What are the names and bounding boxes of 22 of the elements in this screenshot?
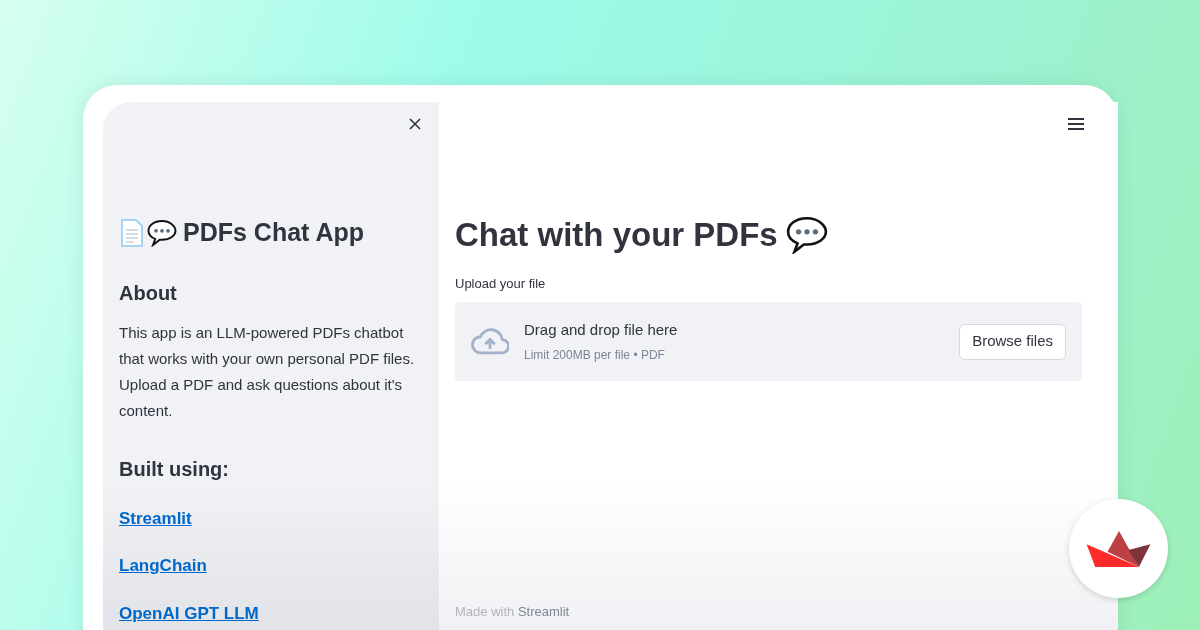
browse-files-button[interactable]: Browse files — [959, 323, 1066, 360]
document-icon — [119, 218, 145, 247]
streamlit-link[interactable]: Streamlit — [517, 604, 570, 619]
about-heading: About — [119, 280, 178, 306]
about-paragraph: This app is an LLM-powered PDFs chatbot that works with your own personal PDF files. Upload a PDF and ask questions about it's content. — [119, 322, 416, 421]
upload-label: Upload your file — [455, 274, 547, 293]
dropzone-instruction: Drag and drop file here — [524, 319, 678, 340]
tool-link[interactable]: Streamlit — [119, 505, 192, 531]
cloud-upload-icon — [471, 328, 509, 355]
built-using-heading: Built using: — [119, 456, 230, 482]
page-title: Chat with your PDFs — [455, 215, 778, 255]
menu-button[interactable] — [1066, 116, 1086, 132]
speech-bubble-icon — [147, 218, 177, 247]
close-icon — [409, 118, 421, 130]
footer-text: Made with Streamlit — [455, 603, 570, 621]
tool-link[interactable]: LangChain — [119, 553, 207, 579]
tool-link[interactable]: OpenAI GPT LLM — [119, 600, 259, 626]
sidebar-title: PDFs Chat App — [183, 217, 365, 248]
file-limit-text: Limit 200MB per file • PDF — [524, 347, 666, 365]
menu-icon — [1067, 117, 1085, 131]
speech-bubble-icon — [785, 215, 828, 254]
file-dropzone[interactable]: Drag and drop file here Limit 200MB per file • PDF Browse files — [455, 302, 1082, 381]
